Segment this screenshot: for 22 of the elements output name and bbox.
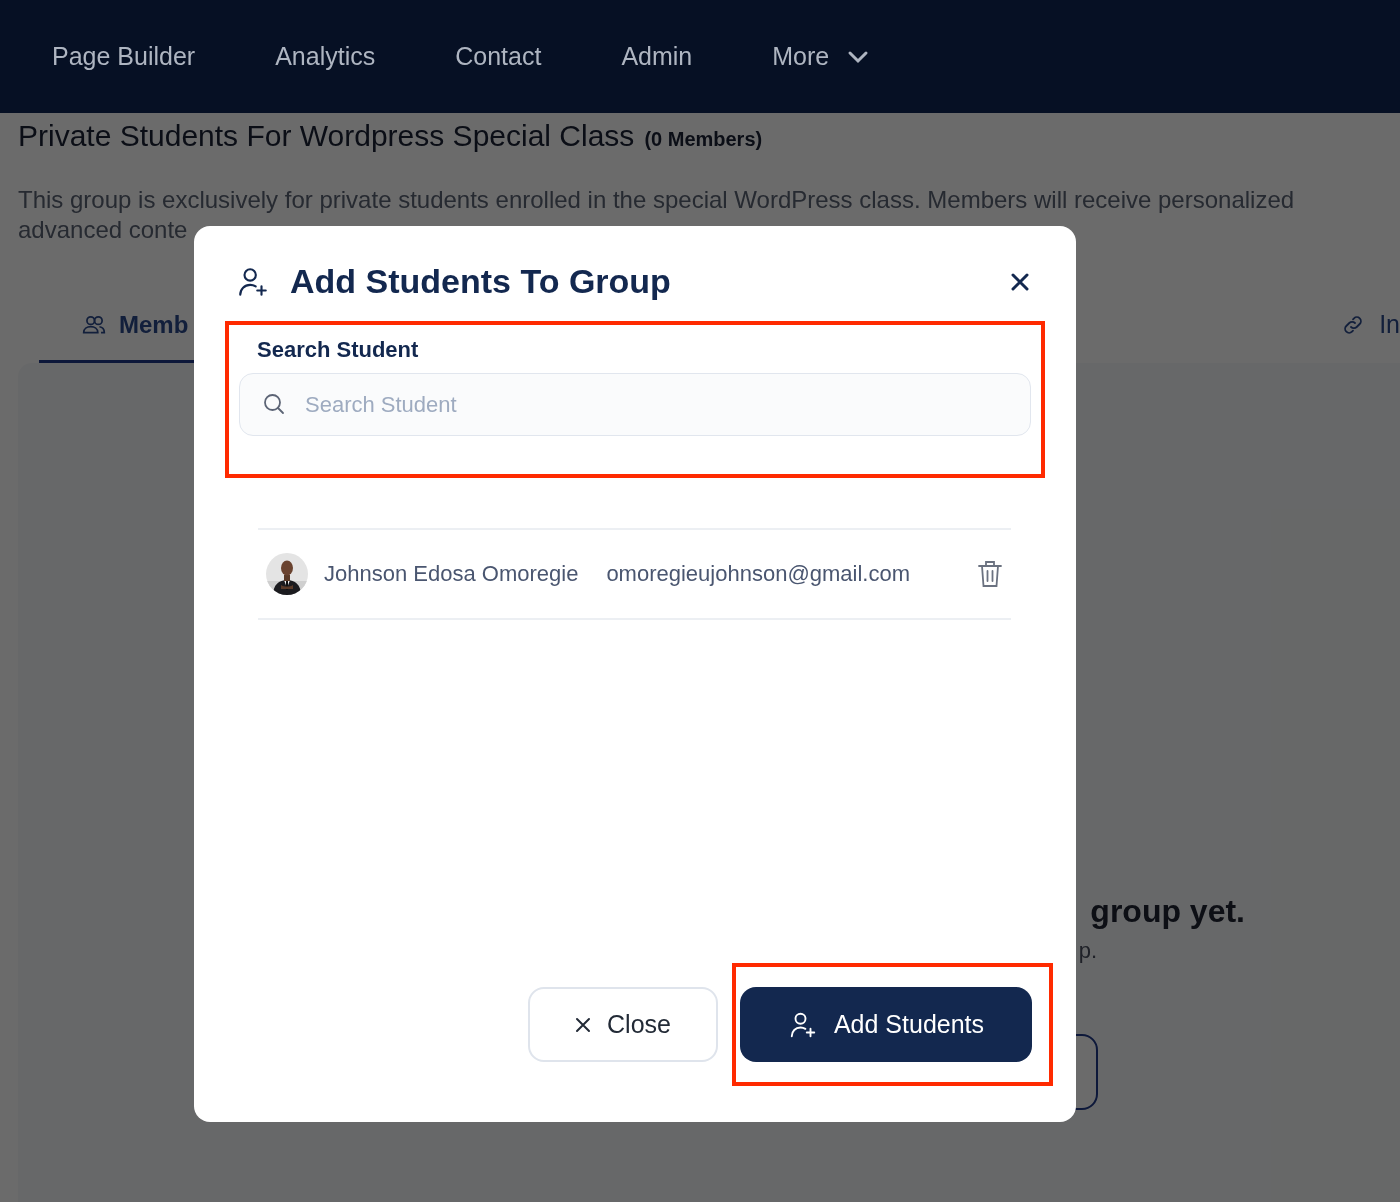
close-button[interactable]: Close (528, 987, 718, 1062)
nav-link[interactable]: More (772, 42, 870, 71)
delete-button[interactable] (977, 560, 1003, 588)
nav-link[interactable]: Analytics (275, 42, 376, 71)
trash-icon (977, 560, 1003, 588)
modal-title: Add Students To Group (290, 262, 672, 301)
group-description: This group is exclusively for private students enrolled in the special WordPress class. Members will receive personalized (18, 185, 1296, 215)
empty-message: group yet. (1090, 893, 1245, 930)
nav-link[interactable]: Page Builder (52, 42, 196, 71)
nav-link[interactable]: Admin (621, 42, 693, 71)
close-icon (1011, 272, 1029, 291)
search-field[interactable]: Search Student (239, 373, 1031, 436)
close-icon (575, 1016, 592, 1033)
field-label: Search Student (257, 337, 420, 363)
group-description: advanced conte (18, 215, 189, 245)
nav-link[interactable]: Contact (455, 42, 542, 71)
student-email: omoregieujohnson@gmail.com (606, 561, 911, 587)
student-name: Johnson Edosa Omoregie (324, 561, 579, 587)
search-icon (262, 392, 286, 416)
add-students-button[interactable]: Add Students (740, 987, 1032, 1062)
group-title: Private Students For Wordpress Special Class (0 Members) (18, 119, 764, 153)
empty-hint: p. (1078, 938, 1097, 964)
